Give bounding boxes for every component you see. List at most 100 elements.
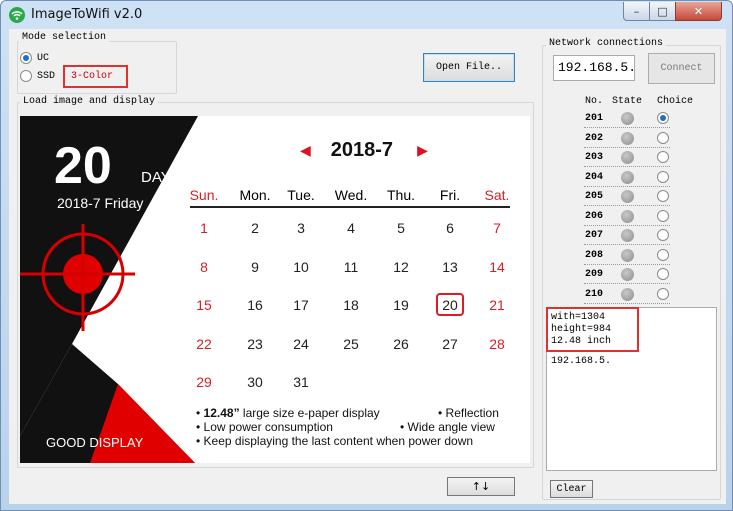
calendar-day: 24 [293,336,309,352]
maximize-button[interactable]: □ [649,2,676,21]
calendar-day: 26 [393,336,409,352]
device-state-indicator-icon [621,268,634,281]
calendar-day: 28 [489,336,505,352]
device-choice-radio[interactable] [657,287,669,300]
open-file-button[interactable]: Open File.. [423,53,515,82]
device-number: 208 [585,249,604,261]
clear-button[interactable]: Clear [550,480,593,498]
app-window: ImageToWifi v2.0 – □ ✕ Mode selection UC… [0,0,733,511]
device-row: 209 [584,265,670,284]
device-row: 201 [584,109,670,128]
device-number: 205 [585,191,604,202]
weekday-label: Tue. [287,187,315,203]
radio-uc-indicator[interactable] [20,52,32,64]
log-line: 192.168.5. [551,356,612,367]
device-row: 206 [584,207,670,226]
date-line: 2018-7 Friday [57,195,144,211]
weekday-label: Thu. [386,187,415,203]
weekday-label: Fri. [439,187,461,203]
device-choice-radio[interactable] [657,112,669,124]
device-choice-radio[interactable] [657,190,669,202]
device-number: 201 [585,113,604,124]
calendar-day: 25 [343,336,359,352]
calendar-day-today: 20 [436,293,464,316]
prev-month-arrow-icon: ◀ [300,142,311,159]
calendar-day: 10 [293,259,309,275]
calendar-day: 6 [446,220,454,236]
header-state: State [612,96,643,107]
weekday-label: Sun. [189,187,219,203]
calendar-day: 9 [251,259,259,275]
device-row: 202 [584,129,670,148]
device-state-indicator-icon [621,287,634,301]
device-choice-radio[interactable] [657,229,669,241]
connect-button[interactable]: Connect [648,53,715,84]
calendar-day: 1 [200,220,208,236]
feature-item: • Wide angle view [400,420,495,434]
header-no: No. [585,96,604,107]
device-number: 204 [585,171,604,183]
window-title: ImageToWifi v2.0 [31,7,143,22]
device-choice-radio[interactable] [657,268,669,280]
device-state-indicator-icon [621,229,634,242]
weekday-divider [190,206,510,208]
ip-address-input[interactable]: 192.168.5. [553,55,636,81]
calendar-day: 17 [293,297,309,313]
radio-uc[interactable]: UC [20,52,49,64]
device-number: 203 [585,152,604,163]
feature-item: • Reflection [438,406,499,420]
calendar-day: 18 [343,297,359,313]
device-number: 206 [585,210,604,222]
device-choice-radio[interactable] [657,131,669,144]
calendar-day: 2 [251,220,259,236]
feature-item: • 12.48” large size e-paper display [196,406,380,420]
color-mode-label: 3-Color [63,65,128,88]
calendar-day: 31 [293,374,309,390]
device-state-indicator-icon [621,151,634,164]
feature-item: • Keep displaying the last content when … [196,434,474,448]
radio-ssd-label: SSD [37,70,56,82]
device-choice-radio[interactable] [657,151,669,163]
feature-item: • Low power consumption [196,420,333,434]
epaper-preview: 20 DAY 2018-7 Friday GOOD DISPLAY ◀ 2018… [20,116,530,463]
device-state-indicator-icon [621,170,634,184]
brand-label: GOOD DISPLAY [46,435,144,450]
device-row: 208 [584,246,670,265]
device-number: 202 [585,132,604,144]
title-bar[interactable]: ImageToWifi v2.0 – □ ✕ [1,1,732,29]
day-label: DAY [141,169,171,186]
weekday-label: Wed. [334,187,368,203]
device-row: 207 [584,226,670,245]
network-legend: Network connections [546,38,667,49]
calendar-day: 8 [200,259,208,275]
device-choice-radio[interactable] [657,248,669,261]
calendar-day: 7 [493,220,501,236]
calendar-day: 15 [196,297,212,313]
radio-ssd[interactable]: SSD [20,70,55,82]
calendar-header: ◀ 2018-7 ▶ [300,139,428,162]
swap-arrows-button[interactable]: ↑↓ [447,477,515,496]
weekday-label: Sat. [484,187,510,203]
calendar-day: 3 [297,220,305,236]
device-row: 205 [584,187,670,206]
device-state-indicator-icon [621,112,634,125]
device-row: 204 [584,168,670,187]
device-state-indicator-icon [621,248,634,262]
calendar-day: 27 [442,336,458,352]
calendar-day: 13 [442,259,458,275]
close-button[interactable]: ✕ [675,2,722,21]
calendar-day: 30 [247,374,263,390]
radio-ssd-indicator[interactable] [20,70,32,82]
wifi-app-icon [9,7,25,23]
device-choice-radio[interactable] [657,209,669,222]
device-choice-radio[interactable] [657,170,669,183]
radio-uc-label: UC [37,52,50,64]
calendar-day: 22 [196,336,212,352]
calendar-month-title: 2018-7 [330,139,394,161]
next-month-arrow-icon: ▶ [417,142,428,159]
calendar-day: 29 [196,374,212,390]
mode-selection-legend: Mode selection [19,32,110,43]
weekday-label: Mon. [239,187,271,203]
device-state-indicator-icon [621,190,634,203]
minimize-button[interactable]: – [623,2,650,21]
